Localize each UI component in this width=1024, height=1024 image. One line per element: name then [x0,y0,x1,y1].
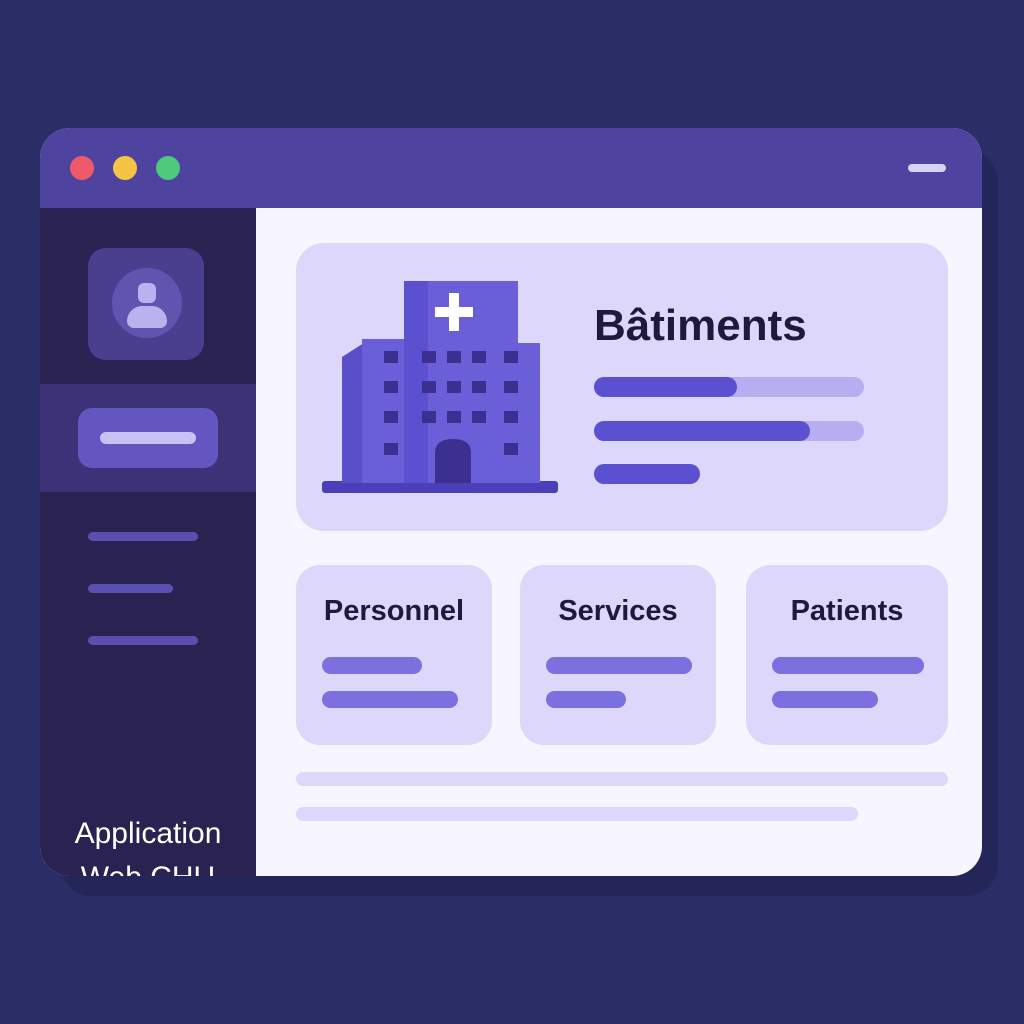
card-services-title: Services [558,595,678,627]
card-personnel[interactable]: Personnel [296,565,492,745]
footer-line-2 [296,807,858,821]
avatar[interactable] [88,248,204,360]
app-title: Application Web CHU [40,812,256,876]
progress-fill-2 [594,421,810,441]
user-avatar-icon [112,268,182,338]
card-line [772,657,924,674]
card-line [322,657,422,674]
card-line [322,691,458,708]
hospital-building-icon [322,281,558,493]
sidebar-active-label-placeholder [100,432,196,444]
buildings-card[interactable]: Bâtiments [296,243,948,531]
card-line [546,691,626,708]
sidebar-item-active[interactable] [40,384,256,492]
app-title-line1: Application [74,817,222,850]
footer-line-1 [296,772,948,786]
sidebar: Application Web CHU [40,208,256,876]
card-line [546,657,692,674]
minimize-window-button[interactable] [113,156,137,180]
card-patients[interactable]: Patients [746,565,948,745]
sidebar-item-2[interactable] [88,584,173,593]
hamburger-icon[interactable] [908,164,946,172]
sidebar-item-1[interactable] [88,532,198,541]
sidebar-active-button[interactable] [78,408,218,468]
card-personnel-title: Personnel [323,595,465,627]
progress-fill-1 [594,377,738,397]
text-line-placeholder [594,464,700,484]
buildings-title: Bâtiments [594,301,807,350]
avatar-head-shape [138,283,156,303]
card-patients-title: Patients [790,595,904,627]
avatar-body-shape [127,306,167,328]
progress-track-1 [594,377,864,397]
maximize-window-button[interactable] [156,156,180,180]
progress-track-2 [594,421,864,441]
title-bar [40,128,982,208]
app-title-line2: Web CHU [40,856,256,876]
card-line [772,691,878,708]
sidebar-item-3[interactable] [88,636,198,645]
card-services[interactable]: Services [520,565,716,745]
close-window-button[interactable] [70,156,94,180]
